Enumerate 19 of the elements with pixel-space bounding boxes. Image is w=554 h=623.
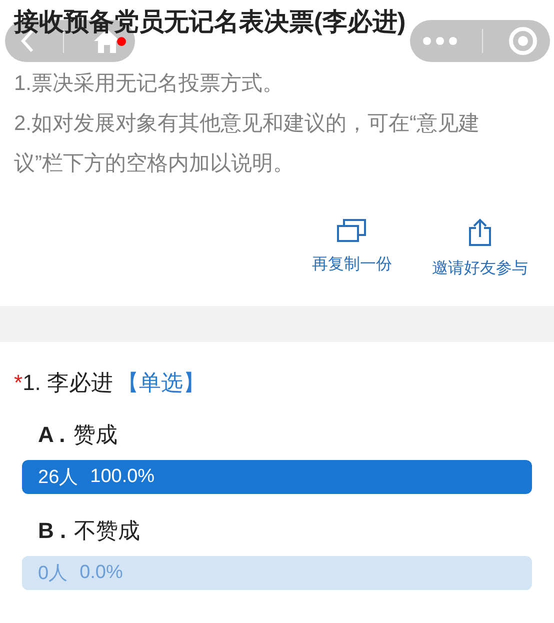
instruction-text: 2.如对发展对象有其他意见和建议的，可在“意见建议”栏下方的空格内加以说明。	[14, 111, 481, 177]
vote-percent: 100.0%	[90, 466, 155, 488]
required-mark: *	[14, 370, 23, 396]
instruction-text: 1.票决采用无记名投票方式。	[14, 71, 285, 97]
action-button[interactable]: 再复制一份	[312, 218, 392, 298]
vote-count: 26人	[38, 466, 78, 490]
option-label: 赞成	[73, 421, 118, 449]
vote-count: 0人	[38, 562, 68, 586]
question-title: 1. 李必进	[22, 369, 114, 397]
share-icon	[468, 218, 492, 246]
option-letter: B .	[38, 518, 66, 544]
page-title: 接收预备党员无记名表决票(李必进)	[14, 8, 406, 36]
question-type: 【单选】	[117, 369, 206, 397]
option-letter: A .	[38, 422, 66, 448]
copy-icon	[337, 218, 367, 242]
vote-percent: 0.0%	[80, 562, 123, 584]
option-label: 不赞成	[74, 517, 140, 545]
action-button[interactable]: 邀请好友参与	[432, 218, 528, 298]
notification-dot-icon	[117, 37, 126, 46]
